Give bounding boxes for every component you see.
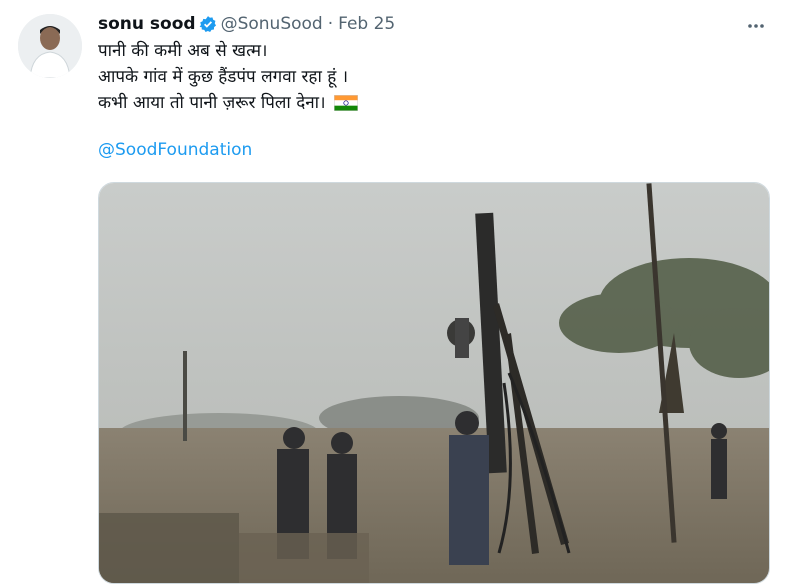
display-name[interactable]: sonu sood bbox=[98, 14, 196, 34]
tweet-line-3: कभी आया तो पानी ज़रूर पिला देना। bbox=[98, 90, 698, 116]
tweet-line-2: आपके गांव में कुछ हैंडपंप लगवा रहा हूं । bbox=[98, 67, 349, 87]
india-flag-icon bbox=[333, 95, 358, 111]
more-dots-icon bbox=[748, 24, 764, 28]
avatar[interactable] bbox=[18, 14, 82, 78]
separator-dot: · bbox=[327, 14, 334, 34]
avatar-image bbox=[18, 14, 82, 78]
mention-link[interactable]: @SoodFoundation bbox=[98, 140, 252, 160]
tweet-line-3-text: कभी आया तो पानी ज़रूर पिला देना। bbox=[98, 93, 326, 113]
media-image bbox=[99, 183, 769, 583]
tweet-text: पानी की कमी अब से खत्म। आपके गांव में कु… bbox=[98, 38, 698, 116]
handle[interactable]: @SonuSood bbox=[221, 14, 323, 34]
tweet-media[interactable] bbox=[98, 182, 770, 584]
tweet-header: sonu sood @SonuSood · Feb 25 bbox=[98, 12, 395, 36]
more-button[interactable] bbox=[742, 12, 770, 40]
tweet-line-1: पानी की कमी अब से खत्म। bbox=[98, 41, 268, 61]
verified-badge-icon bbox=[199, 16, 216, 33]
tweet-date[interactable]: Feb 25 bbox=[338, 14, 395, 34]
